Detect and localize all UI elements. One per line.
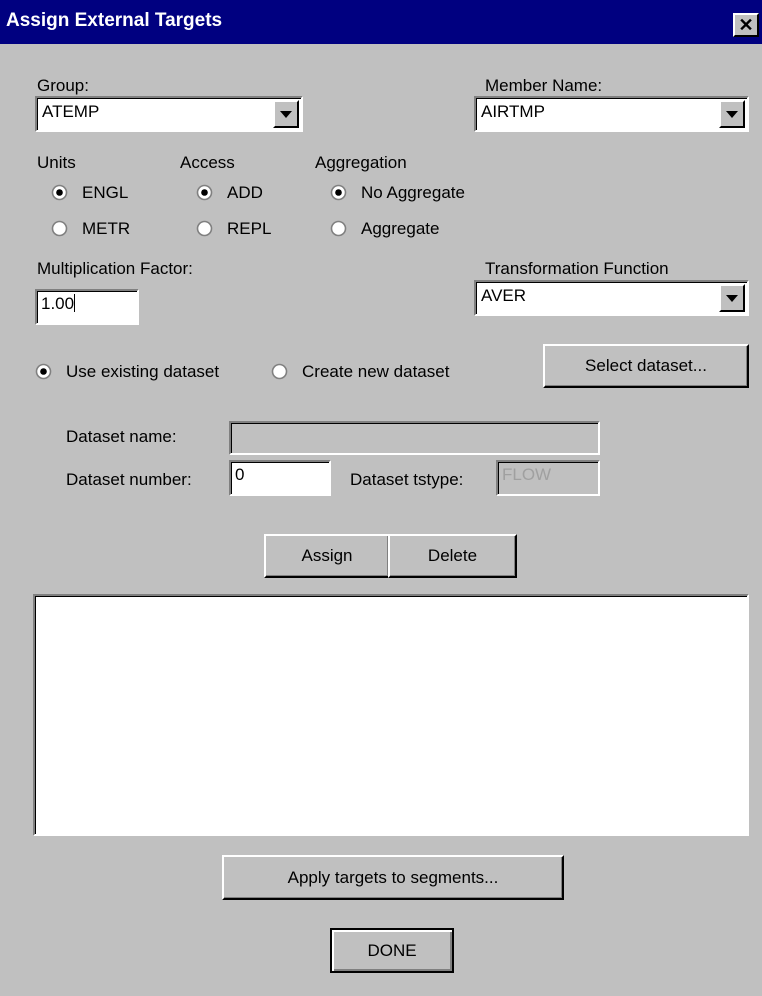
units-metr-radio[interactable] (51, 220, 68, 237)
transformation-dropdown[interactable]: AVER (474, 280, 749, 316)
dataset-tstype-field: FLOW (496, 460, 600, 496)
access-repl-label: REPL (227, 219, 272, 238)
transformation-label: Transformation Function (485, 259, 669, 278)
chevron-down-icon (726, 110, 738, 118)
units-metr-label: METR (82, 219, 131, 238)
access-add-label: ADD (227, 183, 263, 202)
transformation-dropdown-arrow[interactable] (719, 284, 745, 312)
apply-targets-button[interactable]: Apply targets to segments... (222, 855, 564, 900)
access-label: Access (180, 153, 235, 172)
window-title: Assign External Targets (6, 10, 223, 31)
group-dropdown-arrow[interactable] (273, 100, 299, 128)
use-existing-dataset-label: Use existing dataset (66, 362, 220, 381)
aggregation-none-label: No Aggregate (361, 183, 465, 202)
create-new-dataset-label: Create new dataset (302, 362, 450, 381)
dataset-number-input[interactable]: 0 (229, 460, 331, 496)
dataset-number-label: Dataset number: (66, 470, 192, 489)
text-cursor (74, 294, 76, 312)
units-engl-radio[interactable] (51, 184, 68, 201)
create-new-dataset-radio[interactable] (271, 363, 288, 380)
chevron-down-icon (280, 110, 292, 118)
multiplication-input[interactable]: 1.00 (35, 289, 139, 325)
aggregation-label: Aggregation (315, 153, 407, 172)
access-add-radio[interactable] (196, 184, 213, 201)
dataset-number-value: 0 (235, 465, 245, 484)
dataset-tstype-value: FLOW (502, 465, 552, 484)
aggregation-none-radio[interactable] (330, 184, 347, 201)
done-button[interactable]: DONE (330, 928, 454, 973)
chevron-down-icon (726, 294, 738, 302)
target-list[interactable] (33, 594, 749, 836)
aggregation-aggregate-label: Aggregate (361, 219, 440, 238)
assign-button[interactable]: Assign (264, 534, 390, 578)
transformation-value: AVER (481, 286, 527, 305)
access-repl-radio[interactable] (196, 220, 213, 237)
multiplication-label: Multiplication Factor: (37, 259, 193, 278)
member-dropdown[interactable]: AIRTMP (474, 96, 749, 132)
units-label: Units (37, 153, 76, 172)
units-engl-label: ENGL (82, 183, 129, 202)
member-label: Member Name: (485, 76, 603, 95)
member-dropdown-arrow[interactable] (719, 100, 745, 128)
close-icon: ✕ (738, 15, 754, 35)
dataset-tstype-label: Dataset tstype: (350, 470, 464, 489)
dataset-name-label: Dataset name: (66, 427, 177, 446)
group-value: ATEMP (42, 102, 100, 121)
delete-button[interactable]: Delete (388, 534, 517, 578)
aggregation-aggregate-radio[interactable] (330, 220, 347, 237)
multiplication-value: 1.00 (41, 294, 75, 313)
group-dropdown[interactable]: ATEMP (35, 96, 303, 132)
select-dataset-button[interactable]: Select dataset... (543, 344, 749, 388)
group-label: Group: (37, 76, 89, 95)
member-value: AIRTMP (481, 102, 545, 121)
dataset-name-field (229, 421, 600, 455)
close-button[interactable]: ✕ (733, 13, 759, 37)
use-existing-dataset-radio[interactable] (35, 363, 52, 380)
